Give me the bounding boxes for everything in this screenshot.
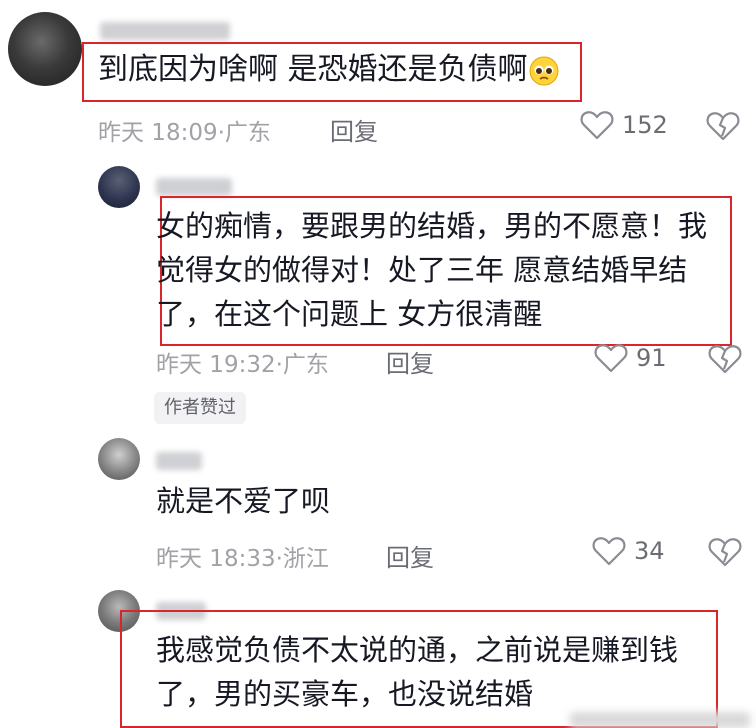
comment-text: 就是不爱了呗	[156, 484, 331, 518]
watermark	[570, 712, 750, 728]
comment-meta: 昨天 19:32·广东	[156, 345, 329, 379]
like-button[interactable]: 152	[580, 109, 668, 141]
comment-text: 到底因为啥啊 是恐婚还是负债啊	[98, 47, 560, 93]
username-blurred[interactable]	[156, 602, 206, 620]
reply-button[interactable]: 回复	[386, 538, 434, 573]
avatar[interactable]	[98, 438, 140, 480]
broken-heart-icon	[708, 536, 742, 568]
timestamp: 昨天 19:32	[156, 352, 276, 378]
timestamp: 昨天 18:09	[98, 120, 218, 146]
avatar[interactable]	[98, 166, 140, 208]
dot-separator: ·	[275, 352, 283, 378]
dislike-button[interactable]	[708, 536, 742, 568]
like-button[interactable]: 91	[594, 342, 667, 374]
dislike-button[interactable]	[708, 343, 742, 375]
dislike-button[interactable]	[706, 110, 740, 142]
comment-text: 女的痴情，要跟男的结婚，男的不愿意！我 觉得女的做得对！处了三年 愿意结婚早结 …	[156, 209, 708, 331]
broken-heart-icon	[706, 110, 740, 142]
like-button[interactable]: 34	[592, 535, 665, 567]
comment-meta: 昨天 18:33·浙江	[156, 539, 329, 573]
username-blurred[interactable]	[156, 178, 232, 196]
avatar[interactable]	[98, 590, 140, 632]
heart-outline-icon	[580, 109, 614, 141]
username-blurred[interactable]	[156, 452, 202, 470]
like-count: 152	[622, 111, 668, 139]
broken-heart-icon	[708, 343, 742, 375]
reply-button[interactable]: 回复	[330, 112, 378, 147]
timestamp: 昨天 18:33	[156, 546, 276, 572]
avatar[interactable]	[8, 12, 82, 86]
like-count: 34	[634, 537, 665, 565]
location: 广东	[282, 352, 329, 378]
like-count: 91	[636, 344, 667, 372]
dot-separator: ·	[275, 546, 283, 572]
username-blurred[interactable]	[100, 22, 230, 40]
heart-outline-icon	[592, 535, 626, 567]
reply-button[interactable]: 回复	[386, 344, 434, 379]
author-liked-badge: 作者赞过	[154, 392, 246, 424]
heart-outline-icon	[594, 342, 628, 374]
pleading-face-emoji-icon	[528, 55, 560, 87]
dot-separator: ·	[217, 120, 225, 146]
comment-text: 我感觉负债不太说的通，之前说是赚到钱 了，男的买豪车，也没说结婚	[156, 633, 679, 711]
comment-meta: 昨天 18:09·广东	[98, 113, 271, 147]
location: 浙江	[282, 546, 329, 572]
location: 广东	[224, 120, 271, 146]
